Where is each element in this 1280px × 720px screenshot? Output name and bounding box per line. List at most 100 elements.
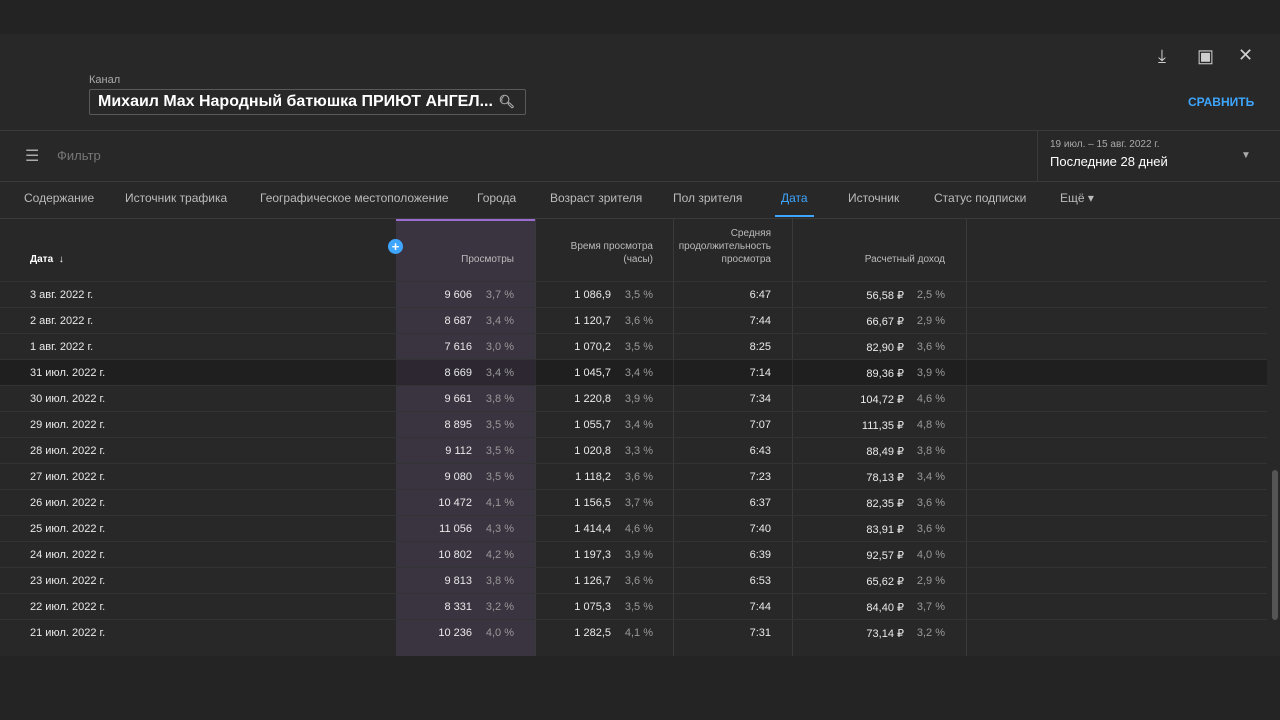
- channel-value: Михаил Max Народный батюшка ПРИЮТ АНГЕЛ.…: [98, 93, 493, 110]
- table-row[interactable]: 22 июл. 2022 г. 8 331 3,2 % 1 075,3 3,5 % 7:4…: [0, 593, 1267, 619]
- table-row[interactable]: 23 июл. 2022 г. 9 813 3,8 % 1 126,7 3,6 % 6:5…: [0, 567, 1267, 593]
- revenue-cell: 82,90 ₽: [866, 342, 904, 354]
- views-pct: 3,0 %: [485, 341, 514, 353]
- channel-input[interactable]: Михаил Max Народный батюшка ПРИЮТ АНГЕЛ.…: [89, 89, 526, 115]
- column-header-watch-time[interactable]: Время просмотра (часы): [540, 240, 653, 266]
- tab-1[interactable]: Источник трафика: [125, 191, 227, 205]
- table-row[interactable]: 3 авг. 2022 г. 9 606 3,7 % 1 086,9 3,5 % 6:47…: [0, 281, 1267, 307]
- revenue-pct: 3,2 %: [916, 627, 945, 639]
- views-pct: 3,4 %: [485, 315, 514, 327]
- avg-duration-cell: 6:39: [749, 549, 771, 561]
- tab-9[interactable]: Ещё ▾: [1060, 191, 1094, 205]
- views-pct: 4,0 %: [485, 627, 514, 639]
- tab-8[interactable]: Статус подписки: [934, 191, 1026, 205]
- watch-cell: 1 126,7: [574, 575, 611, 587]
- tab-5[interactable]: Пол зрителя: [673, 191, 742, 205]
- views-cell: 8 331: [444, 601, 472, 613]
- table-row[interactable]: 31 июл. 2022 г. 8 669 3,4 % 1 045,7 3,4 % 7:1…: [0, 359, 1267, 385]
- column-header-revenue[interactable]: Расчетный доход: [800, 253, 945, 266]
- table-row[interactable]: 25 июл. 2022 г. 11 056 4,3 % 1 414,4 4,6 % 7:…: [0, 515, 1267, 541]
- date-cell: 27 июл. 2022 г.: [30, 471, 106, 483]
- column-header-views[interactable]: Просмотры: [400, 253, 514, 266]
- revenue-cell: 83,91 ₽: [866, 524, 904, 536]
- table-row[interactable]: 28 июл. 2022 г. 9 112 3,5 % 1 020,8 3,3 % 6:4…: [0, 437, 1267, 463]
- add-metric-button[interactable]: +: [388, 239, 403, 254]
- views-cell: 8 669: [444, 367, 472, 379]
- views-cell: 9 080: [444, 471, 472, 483]
- table-row[interactable]: 27 июл. 2022 г. 9 080 3,5 % 1 118,2 3,6 % 7:2…: [0, 463, 1267, 489]
- watch-pct: 3,6 %: [624, 315, 653, 327]
- channel-label: Канал: [89, 74, 121, 86]
- watch-cell: 1 086,9: [574, 289, 611, 301]
- revenue-cell: 89,36 ₽: [866, 368, 904, 380]
- tab-4[interactable]: Возраст зрителя: [550, 191, 642, 205]
- watch-pct: 4,6 %: [624, 523, 653, 535]
- date-cell: 28 июл. 2022 г.: [30, 445, 106, 457]
- watch-cell: 1 070,2: [574, 341, 611, 353]
- watch-pct: 3,6 %: [624, 575, 653, 587]
- tab-0[interactable]: Содержание: [24, 191, 94, 205]
- watch-pct: 3,9 %: [624, 549, 653, 561]
- top-bar: [0, 0, 1280, 34]
- feedback-icon[interactable]: ▣: [1197, 46, 1214, 67]
- revenue-pct: 3,7 %: [916, 601, 945, 613]
- revenue-pct: 3,6 %: [916, 523, 945, 535]
- filter-input[interactable]: Фильтр: [57, 148, 101, 163]
- watch-cell: 1 120,7: [574, 315, 611, 327]
- tab-2[interactable]: Географическое местоположение: [260, 191, 449, 205]
- table-row[interactable]: 21 июл. 2022 г. 10 236 4,0 % 1 282,5 4,1 % 7:…: [0, 619, 1267, 645]
- views-pct: 3,5 %: [485, 419, 514, 431]
- tab-3[interactable]: Города: [477, 191, 516, 205]
- avg-duration-cell: 6:53: [749, 575, 771, 587]
- filter-icon[interactable]: ☰: [25, 146, 39, 166]
- views-cell: 9 813: [444, 575, 472, 587]
- views-cell: 8 687: [444, 315, 472, 327]
- views-column-top: [396, 219, 535, 221]
- table-row[interactable]: 26 июл. 2022 г. 10 472 4,1 % 1 156,5 3,7 % 6:…: [0, 489, 1267, 515]
- avg-duration-cell: 7:40: [749, 523, 771, 535]
- revenue-pct: 3,6 %: [916, 341, 945, 353]
- download-icon[interactable]: ⤓: [1158, 46, 1166, 67]
- revenue-cell: 73,14 ₽: [866, 628, 904, 640]
- table-row[interactable]: 29 июл. 2022 г. 8 895 3,5 % 1 055,7 3,4 % 7:0…: [0, 411, 1267, 437]
- views-cell: 8 895: [444, 419, 472, 431]
- column-header-date[interactable]: Дата ↓: [30, 253, 64, 266]
- avg-duration-cell: 6:47: [749, 289, 771, 301]
- views-cell: 11 056: [439, 523, 472, 535]
- views-pct: 3,5 %: [485, 471, 514, 483]
- views-pct: 4,3 %: [485, 523, 514, 535]
- tab-7[interactable]: Источник: [848, 191, 899, 205]
- revenue-cell: 84,40 ₽: [866, 602, 904, 614]
- watch-cell: 1 075,3: [574, 601, 611, 613]
- scrollbar[interactable]: [1272, 470, 1278, 620]
- sort-arrow-icon[interactable]: ↓: [56, 254, 64, 265]
- close-icon[interactable]: ✕: [1238, 45, 1253, 66]
- search-icon[interactable]: 🔍︎: [498, 94, 515, 110]
- watch-pct: 3,5 %: [624, 289, 653, 301]
- watch-cell: 1 118,2: [575, 471, 611, 483]
- table-row[interactable]: 30 июл. 2022 г. 9 661 3,8 % 1 220,8 3,9 % 7:3…: [0, 385, 1267, 411]
- views-cell: 9 112: [445, 445, 472, 457]
- date-cell: 30 июл. 2022 г.: [30, 393, 106, 405]
- date-cell: 21 июл. 2022 г.: [30, 627, 106, 639]
- date-cell: 26 июл. 2022 г.: [30, 497, 106, 509]
- views-cell: 10 472: [438, 497, 472, 509]
- column-header-avg-duration[interactable]: Средняя продолжительность просмотра: [660, 227, 771, 266]
- divider: [0, 181, 1280, 182]
- date-cell: 22 июл. 2022 г.: [30, 601, 106, 613]
- date-period[interactable]: Последние 28 дней: [1050, 154, 1168, 169]
- compare-button[interactable]: СРАВНИТЬ: [1188, 95, 1254, 109]
- divider: [0, 218, 1280, 219]
- tab-6[interactable]: Дата: [781, 191, 808, 205]
- table-row[interactable]: 24 июл. 2022 г. 10 802 4,2 % 1 197,3 3,9 % 6:…: [0, 541, 1267, 567]
- caret-down-icon[interactable]: ▼: [1241, 150, 1251, 161]
- watch-cell: 1 045,7: [574, 367, 611, 379]
- table-row[interactable]: 1 авг. 2022 г. 7 616 3,0 % 1 070,2 3,5 % 8:25…: [0, 333, 1267, 359]
- watch-pct: 3,6 %: [624, 471, 653, 483]
- date-cell: 24 июл. 2022 г.: [30, 549, 106, 561]
- revenue-cell: 65,62 ₽: [866, 576, 904, 588]
- revenue-pct: 2,9 %: [916, 575, 945, 587]
- table-row[interactable]: 2 авг. 2022 г. 8 687 3,4 % 1 120,7 3,6 % 7:44…: [0, 307, 1267, 333]
- watch-pct: 3,9 %: [624, 393, 653, 405]
- revenue-pct: 3,4 %: [916, 471, 945, 483]
